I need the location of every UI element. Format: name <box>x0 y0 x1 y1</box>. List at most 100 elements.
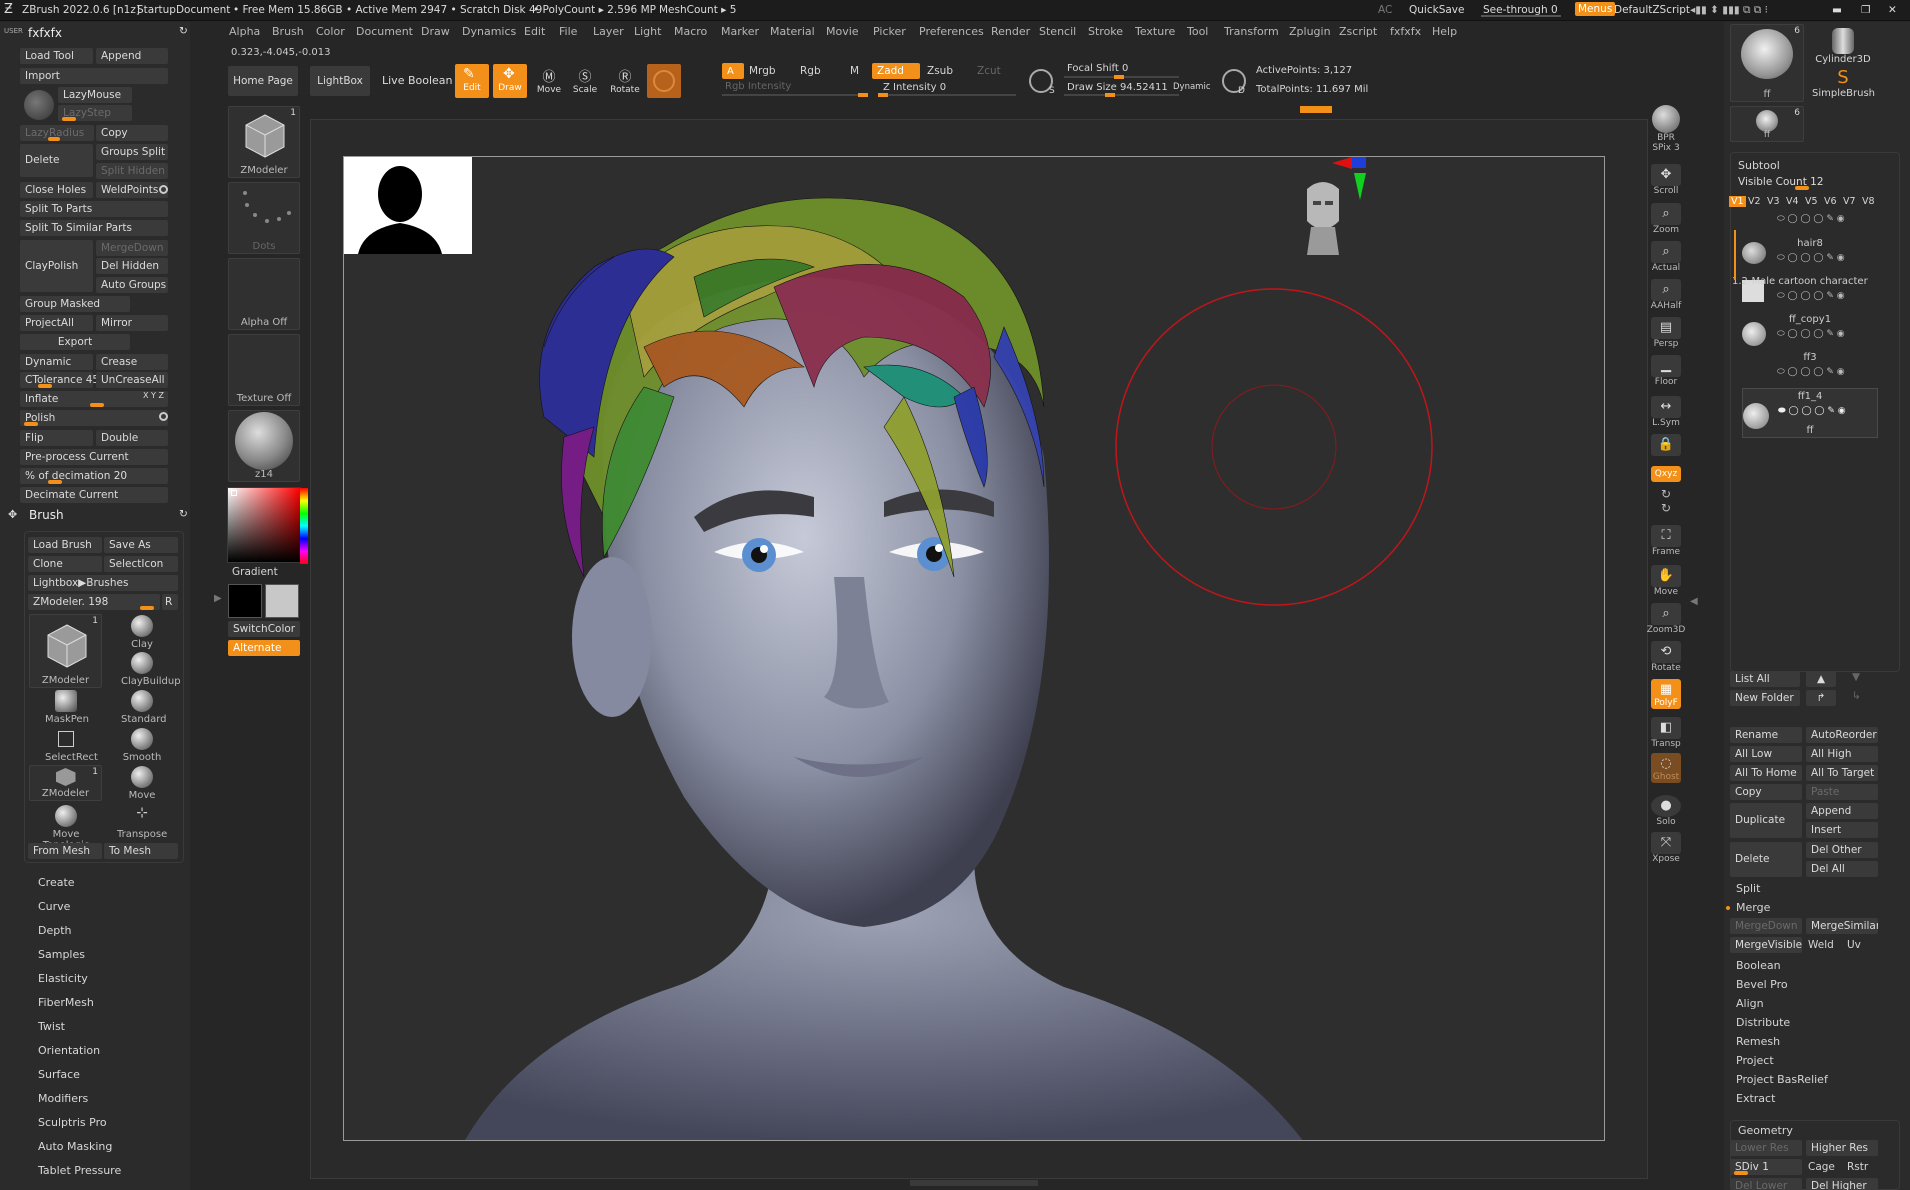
del-lower-button[interactable]: Del Lower <box>1730 1178 1802 1190</box>
r-button[interactable]: R <box>162 594 178 610</box>
texture-selector[interactable]: Texture Off <box>228 334 300 406</box>
menu-movie[interactable]: Movie <box>826 25 859 38</box>
aahalf-button[interactable]: ⌕ AAHalf <box>1646 279 1686 311</box>
tool-thumb-2[interactable]: ff 6 <box>1730 106 1804 142</box>
all-to-home-button[interactable]: All To Home <box>1730 765 1802 781</box>
scale-mode-button[interactable]: Ⓢ Scale <box>570 66 600 95</box>
paste-subtool-button[interactable]: Paste <box>1806 784 1878 800</box>
rename-button[interactable]: Rename <box>1730 727 1802 743</box>
close-holes-button[interactable]: Close Holes <box>20 182 93 198</box>
a-toggle[interactable]: A <box>722 63 744 79</box>
lightbox-button[interactable]: LightBox <box>310 66 370 96</box>
menu-transform[interactable]: Transform <box>1224 25 1279 38</box>
section-sculptris-pro[interactable]: Sculptris Pro <box>38 1116 107 1129</box>
menu-alpha[interactable]: Alpha <box>229 25 260 38</box>
z-intensity-track[interactable] <box>878 93 1016 97</box>
weldpoints-button[interactable]: WeldPoints <box>96 182 168 198</box>
menu-file[interactable]: File <box>559 25 577 38</box>
brush-maskpen[interactable]: MaskPen <box>45 690 89 730</box>
section-elasticity[interactable]: Elasticity <box>38 972 88 985</box>
list-all-button[interactable]: List All <box>1730 671 1800 687</box>
load-tool-button[interactable]: Load Tool <box>20 48 93 64</box>
lazymouse-icon[interactable] <box>24 90 54 120</box>
brush-standard[interactable]: Standard <box>121 690 167 730</box>
weld-circle-icon[interactable] <box>159 185 168 194</box>
geometry-title[interactable]: Geometry <box>1738 1124 1793 1137</box>
delete-button[interactable]: Delete <box>20 144 93 177</box>
section-fibermesh[interactable]: FiberMesh <box>38 996 94 1009</box>
to-mesh-button[interactable]: To Mesh <box>104 843 178 859</box>
menu-stencil[interactable]: Stencil <box>1039 25 1076 38</box>
focal-shift-slider[interactable]: Focal Shift 0 <box>1067 63 1128 74</box>
transp-button[interactable]: ◧ Transp <box>1646 717 1686 749</box>
polish-circle-icon[interactable] <box>159 412 168 421</box>
all-to-target-button[interactable]: All To Target <box>1806 765 1878 781</box>
hue-strip[interactable] <box>300 488 308 564</box>
copy-subtool-button[interactable]: Copy <box>1730 784 1802 800</box>
subtool-row-male-character[interactable]: 1.2-Male cartoon character ⬭ ◯ ◯ ◯ ✎ ◉ <box>1732 274 1878 304</box>
mergedown-button[interactable]: MergeDown <box>1730 918 1802 934</box>
move-mode-button[interactable]: Ⓜ Move <box>534 66 564 95</box>
v6-tab[interactable]: V6 <box>1824 196 1837 207</box>
live-boolean-button[interactable]: Live Boolean <box>382 74 453 87</box>
insert-button[interactable]: Insert <box>1806 822 1878 838</box>
primary-color-swatch[interactable] <box>228 584 262 618</box>
section-distribute[interactable]: Distribute <box>1736 1016 1790 1029</box>
menu-zplugin[interactable]: Zplugin <box>1289 25 1331 38</box>
section-bevel-pro[interactable]: Bevel Pro <box>1736 978 1788 991</box>
zcut-button[interactable]: Zcut <box>977 65 1001 77</box>
delete-subtool-button[interactable]: Delete <box>1730 842 1802 877</box>
persp-button[interactable]: ▤ Persp <box>1646 317 1686 349</box>
uv-toggle[interactable]: Uv <box>1847 939 1861 951</box>
section-twist[interactable]: Twist <box>38 1020 65 1033</box>
split-to-parts-button[interactable]: Split To Parts <box>20 201 168 217</box>
brush-claybuildup[interactable]: ClayBuildup <box>121 652 181 692</box>
ff-copy1-toggles[interactable]: ⬭ ◯ ◯ ◯ ✎ ◉ <box>1777 329 1845 339</box>
cylinder3d-tool[interactable]: Cylinder3D <box>1812 24 1874 65</box>
brush-selectrect[interactable]: SelectRect <box>45 728 98 768</box>
menu-preferences[interactable]: Preferences <box>919 25 984 38</box>
section-project[interactable]: Project <box>1736 1054 1774 1067</box>
collapse-left-icon[interactable]: ▶ <box>214 593 222 604</box>
lazystep-slider[interactable]: LazyStep <box>58 105 132 121</box>
solo-button[interactable]: ● Solo <box>1646 795 1686 827</box>
z-intensity-slider[interactable]: Z Intensity 0 <box>883 82 946 93</box>
brush-clay[interactable]: Clay <box>121 615 163 655</box>
m-button[interactable]: M <box>850 65 859 77</box>
rgb-intensity-track[interactable] <box>722 93 868 97</box>
subtool-scroll-indicator[interactable] <box>1734 230 1736 280</box>
rotate-view-button[interactable]: ⟲ Rotate <box>1646 641 1686 673</box>
duplicate-button[interactable]: Duplicate <box>1730 803 1802 838</box>
menu-layer[interactable]: Layer <box>593 25 624 38</box>
claypolish-button[interactable]: ClayPolish <box>20 240 93 292</box>
zoom-button[interactable]: ⌕ Zoom <box>1646 203 1686 235</box>
load-brush-button[interactable]: Load Brush <box>28 537 102 553</box>
from-mesh-button[interactable]: From Mesh <box>28 843 102 859</box>
gradient-toggle[interactable]: Gradient <box>232 566 278 578</box>
sdiv-slider[interactable]: SDiv 1 <box>1730 1159 1802 1175</box>
menu-picker[interactable]: Picker <box>873 25 906 38</box>
see-through-track[interactable] <box>1481 15 1561 17</box>
subtool-row-0-toggles[interactable]: ⬭ ◯ ◯ ◯ ✎ ◉ <box>1777 214 1845 224</box>
save-as-button[interactable]: Save As <box>104 537 178 553</box>
default-zscript-button[interactable]: DefaultZScript <box>1614 4 1690 16</box>
brush-selector[interactable]: ZModeler 1 <box>228 106 300 178</box>
menu-document[interactable]: Document <box>356 25 413 38</box>
menu-tool[interactable]: Tool <box>1187 25 1208 38</box>
simplebrush-tool[interactable]: S SimpleBrush <box>1812 68 1875 100</box>
material-swatch[interactable] <box>647 64 681 98</box>
section-create[interactable]: Create <box>38 876 75 889</box>
stroke-selector[interactable]: Dots <box>228 182 300 254</box>
color-cursor-icon[interactable] <box>231 490 237 496</box>
color-picker[interactable] <box>227 487 308 564</box>
section-extract[interactable]: Extract <box>1736 1092 1775 1105</box>
section-modifiers[interactable]: Modifiers <box>38 1092 88 1105</box>
v3-tab[interactable]: V3 <box>1767 196 1780 207</box>
frame-button[interactable]: ⛶ Frame <box>1646 525 1686 557</box>
navigation-head[interactable] <box>1299 177 1347 260</box>
quicksave-button[interactable]: QuickSave <box>1409 4 1464 16</box>
brush-move-topologic[interactable]: Move Topologic <box>28 805 104 851</box>
crease-button[interactable]: Crease <box>96 354 168 370</box>
v4-tab[interactable]: V4 <box>1786 196 1799 207</box>
menu-dynamics[interactable]: Dynamics <box>462 25 516 38</box>
